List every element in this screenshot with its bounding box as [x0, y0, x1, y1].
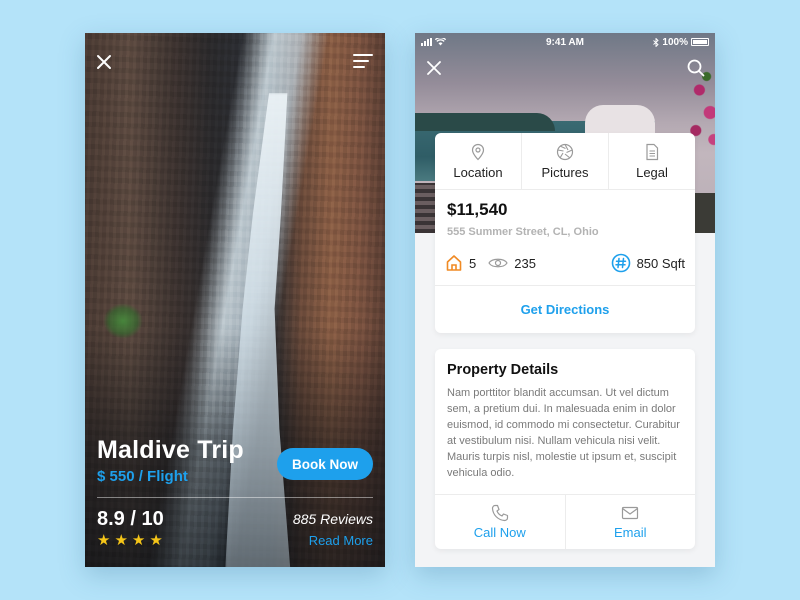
- contact-actions: Call Now Email: [435, 494, 695, 549]
- email-button[interactable]: Email: [566, 495, 696, 549]
- trip-price: $ 550 / Flight: [97, 468, 188, 485]
- area-value: 850 Sqft: [636, 255, 685, 271]
- details-body: Nam porttitor blandit accumsan. Ut vel d…: [447, 387, 680, 479]
- wall-decoration: [693, 193, 715, 233]
- document-icon: [646, 143, 659, 160]
- camera-aperture-icon: [556, 143, 574, 160]
- star-icon: ★: [131, 532, 146, 549]
- property-price: $11,540: [447, 200, 508, 219]
- review-count: 885 Reviews: [292, 511, 373, 527]
- hashtag-icon: [611, 253, 630, 273]
- call-now-button[interactable]: Call Now: [435, 495, 566, 549]
- views-stat: 235: [488, 254, 536, 272]
- tab-pictures[interactable]: Pictures: [522, 133, 609, 189]
- search-icon: [687, 59, 705, 77]
- menu-icon-line: [353, 60, 369, 62]
- location-pin-icon: [471, 143, 485, 160]
- rooms-count: 5: [469, 255, 477, 271]
- property-address: 555 Summer Street, CL, Ohio: [447, 226, 599, 238]
- get-directions-button[interactable]: Get Directions: [435, 286, 695, 333]
- close-button[interactable]: [427, 61, 441, 75]
- status-bar: 9:41 AM 100%: [415, 33, 715, 51]
- trip-screen: Maldive Trip $ 550 / Flight Book Now 8.9…: [85, 33, 385, 567]
- property-tabs: Location Pictures Legal: [435, 133, 695, 190]
- star-icon: ★: [114, 532, 128, 549]
- search-button[interactable]: [687, 59, 705, 77]
- status-time: 9:41 AM: [546, 36, 584, 48]
- star-icon: ★: [149, 532, 163, 549]
- home-icon: [446, 255, 462, 271]
- phone-icon: [491, 504, 508, 522]
- details-title: Property Details: [447, 362, 559, 378]
- tab-location[interactable]: Location: [435, 133, 522, 189]
- close-icon: [427, 61, 441, 75]
- book-now-button[interactable]: Book Now: [277, 448, 373, 480]
- area-stat: 850 Sqft: [611, 253, 685, 273]
- tab-label: Legal: [636, 164, 668, 180]
- tab-label: Pictures: [541, 164, 589, 180]
- read-more-link[interactable]: Read More: [309, 533, 373, 548]
- property-details-card: Property Details Nam porttitor blandit a…: [435, 349, 695, 549]
- property-stats: 5 235 850 Sqft: [445, 252, 685, 274]
- trip-title: Maldive Trip: [97, 436, 244, 464]
- deck-decoration: [415, 183, 437, 233]
- divider: [97, 497, 373, 498]
- menu-icon-line: [353, 66, 365, 68]
- menu-icon-line: [353, 54, 373, 56]
- tab-label: Location: [453, 164, 503, 180]
- mail-icon: [622, 506, 639, 520]
- views-count: 235: [514, 255, 536, 271]
- star-icon: ★: [97, 532, 111, 549]
- contact-label: Email: [613, 525, 647, 540]
- star-rating: ★ ★ ★ ★: [97, 532, 163, 550]
- tab-legal[interactable]: Legal: [609, 133, 695, 189]
- property-summary-card: Location Pictures Legal $11,540 555 Summ…: [435, 133, 695, 333]
- close-button[interactable]: [95, 53, 113, 71]
- contact-label: Call Now: [473, 525, 526, 540]
- menu-button[interactable]: [351, 54, 373, 70]
- rating-score: 8.9 / 10: [97, 508, 164, 530]
- fern-decoration: [103, 303, 143, 339]
- property-screen: 9:41 AM 100% Location Pictures Legal $11…: [415, 33, 715, 567]
- rooms-stat: 5: [445, 254, 476, 272]
- close-icon: [97, 55, 111, 69]
- island-decoration: [415, 113, 555, 131]
- eye-icon: [488, 258, 508, 268]
